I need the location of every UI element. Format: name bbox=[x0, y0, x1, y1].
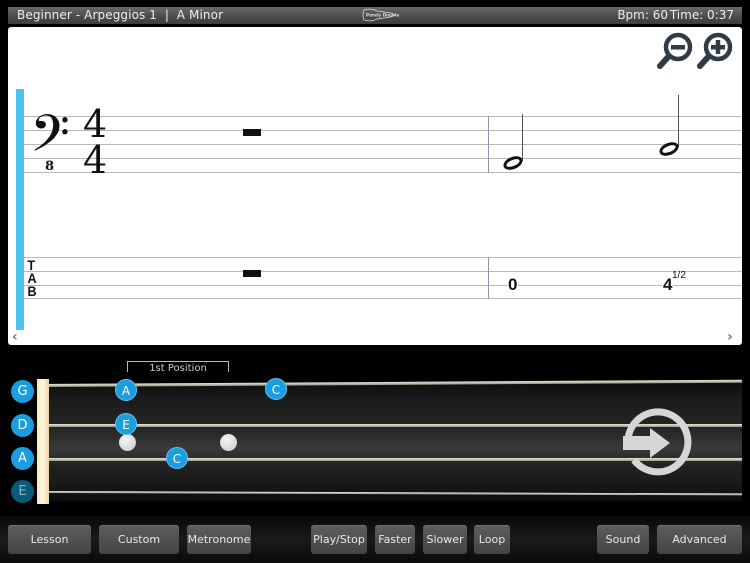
half-note[interactable] bbox=[657, 139, 681, 159]
nut bbox=[37, 379, 49, 504]
string-label-a[interactable]: A bbox=[11, 447, 34, 470]
tab-barline bbox=[488, 257, 489, 299]
fret-note-c[interactable]: C bbox=[166, 447, 188, 469]
slower-button[interactable]: Slower bbox=[423, 525, 467, 554]
zoom-in-button[interactable] bbox=[696, 31, 736, 71]
next-arrow-circle-icon bbox=[623, 408, 692, 476]
string-label-g[interactable]: G bbox=[11, 380, 34, 403]
tab-line bbox=[24, 257, 742, 258]
staff-line bbox=[24, 158, 742, 159]
tab-fret-fraction: 1/2 bbox=[672, 270, 686, 281]
clef-octave-marker: 8 bbox=[45, 159, 55, 174]
string-label-e[interactable]: E bbox=[11, 480, 34, 503]
playback-position-marker bbox=[16, 89, 24, 330]
tab-line bbox=[24, 285, 742, 286]
scroll-left-arrow[interactable]: ‹ bbox=[12, 329, 18, 345]
tab-rest bbox=[243, 270, 261, 277]
whole-rest bbox=[243, 129, 261, 136]
fret-note-a[interactable]: A bbox=[115, 379, 137, 401]
barline bbox=[488, 116, 489, 173]
position-label: 1st Position bbox=[149, 363, 207, 374]
lesson-selector-button[interactable]: Lesson Selector bbox=[8, 525, 91, 563]
staff-line bbox=[24, 130, 742, 131]
zoom-in-icon bbox=[697, 32, 733, 69]
tab-line bbox=[24, 298, 742, 299]
staff-line bbox=[24, 172, 742, 173]
advanced-button[interactable]: Advanced bbox=[657, 525, 742, 554]
loop-button[interactable]: Loop bbox=[474, 525, 510, 554]
time-signature-bottom: 4 bbox=[83, 138, 108, 182]
staff-line bbox=[24, 116, 742, 117]
string-label-d[interactable]: D bbox=[11, 414, 34, 437]
staff-line bbox=[24, 144, 742, 145]
play-stop-button[interactable]: Play/Stop bbox=[311, 525, 367, 554]
purely-double-logo: Purely Double bbox=[362, 8, 399, 22]
note-stem bbox=[678, 95, 679, 147]
fret-marker-dot bbox=[119, 434, 136, 451]
scroll-right-arrow[interactable]: › bbox=[727, 329, 733, 345]
tab-fret-number: 0 bbox=[507, 275, 519, 294]
tab-letter-b: B bbox=[27, 283, 37, 299]
top-bar: Beginner - Arpeggios 1 | A Minor Purely … bbox=[8, 7, 742, 24]
sound-button[interactable]: Sound bbox=[597, 525, 649, 554]
note-stem bbox=[522, 114, 523, 161]
score-panel[interactable]: 𝄢 8 4 4 T A B 0 4 1/2 ‹ › bbox=[8, 27, 742, 345]
zoom-out-button[interactable] bbox=[656, 31, 696, 71]
bpm-readout: Bpm: 60 bbox=[617, 8, 668, 22]
half-note[interactable] bbox=[501, 153, 525, 173]
tab-line bbox=[24, 271, 742, 272]
app-root: Beginner - Arpeggios 1 | A Minor Purely … bbox=[0, 0, 750, 563]
metronome-button[interactable]: Metronome bbox=[187, 525, 251, 554]
time-readout: Time: 0:37 bbox=[669, 8, 734, 22]
faster-button[interactable]: Faster bbox=[375, 525, 415, 554]
fret-note-c[interactable]: C bbox=[265, 378, 287, 400]
fret-note-e[interactable]: E bbox=[115, 413, 137, 435]
next-lesson-button[interactable] bbox=[620, 404, 696, 480]
custom-lesson-button[interactable]: Custom Lesson bbox=[99, 525, 179, 563]
logo-text: Purely Double bbox=[366, 13, 399, 18]
fret-marker-dot bbox=[220, 434, 237, 451]
lesson-title: Beginner - Arpeggios 1 | A Minor bbox=[17, 8, 224, 22]
zoom-out-icon bbox=[657, 32, 693, 69]
